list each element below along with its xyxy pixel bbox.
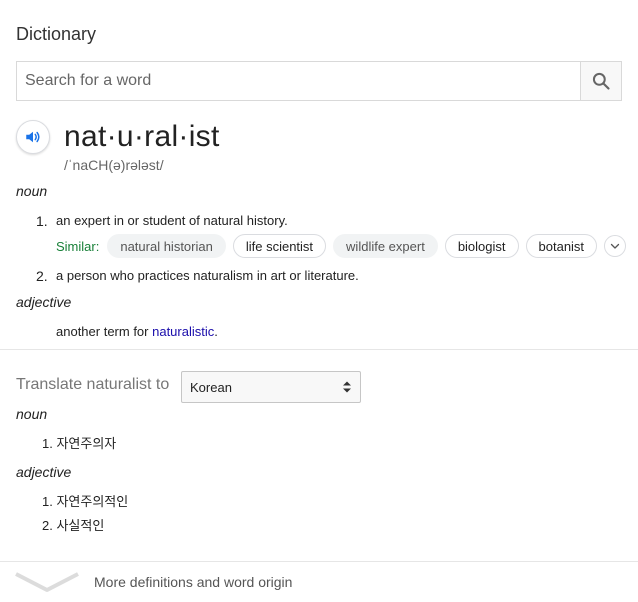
pos-adjective: adjective (16, 294, 72, 310)
similar-chip-biologist[interactable]: biologist (444, 234, 519, 258)
phonetic: /ˈnaCH(ə)rələst/ (64, 157, 164, 173)
headword: nat·u·ral·ist (64, 120, 220, 153)
footer-divider (0, 561, 638, 562)
language-select[interactable]: Korean (181, 371, 361, 403)
search-button[interactable] (580, 62, 621, 100)
translate-pos-adjective: adjective (16, 464, 72, 480)
definition-text: an expert in or student of natural histo… (56, 213, 288, 228)
search-icon (592, 72, 610, 90)
adjective-definition: another term for naturalistic. (56, 324, 218, 339)
section-divider (0, 349, 638, 350)
dictionary-title: Dictionary (16, 24, 97, 44)
adjective-definition-suffix: . (214, 324, 218, 339)
translation-item: 1. 자연주의자 (42, 436, 117, 451)
similar-words: Similar: natural historian life scientis… (56, 233, 627, 259)
translate-pos-noun: noun (16, 406, 48, 422)
similar-chip-wildlife-expert[interactable]: wildlife expert (333, 234, 438, 258)
definition-text: a person who practices naturalism in art… (56, 268, 359, 283)
definition-number: 2. (36, 268, 48, 284)
pos-noun: noun (16, 183, 48, 199)
pronounce-button[interactable] (16, 120, 50, 154)
speaker-icon (26, 131, 40, 143)
similar-chip-botanist[interactable]: botanist (525, 234, 598, 258)
similar-label: Similar: (56, 238, 100, 254)
similar-chip-natural-historian[interactable]: natural historian (107, 234, 226, 258)
similar-chip-life-scientist[interactable]: life scientist (232, 234, 327, 258)
naturalistic-link[interactable]: naturalistic (152, 324, 214, 339)
definition-number: 1. (36, 213, 48, 229)
expand-similar-button[interactable] (604, 235, 627, 257)
chevron-down-icon (610, 243, 620, 249)
search-box (16, 61, 622, 101)
search-input[interactable] (17, 62, 580, 100)
more-chevron-button[interactable] (14, 570, 80, 599)
dictionary-card: Dictionary nat·u·ral·ist /ˈnaCH(ə)rələst… (0, 0, 638, 602)
selected-language: Korean (190, 379, 232, 395)
adjective-definition-prefix: another term for (56, 324, 153, 339)
chevron-down-icon (15, 572, 79, 592)
translation-item: 2. 사실적인 (42, 518, 105, 533)
select-arrows-icon (343, 381, 351, 393)
translation-item: 1. 자연주의적인 (42, 494, 129, 509)
more-definitions-link[interactable]: More definitions and word origin (94, 574, 292, 590)
translate-label: Translate naturalist to (16, 376, 170, 393)
